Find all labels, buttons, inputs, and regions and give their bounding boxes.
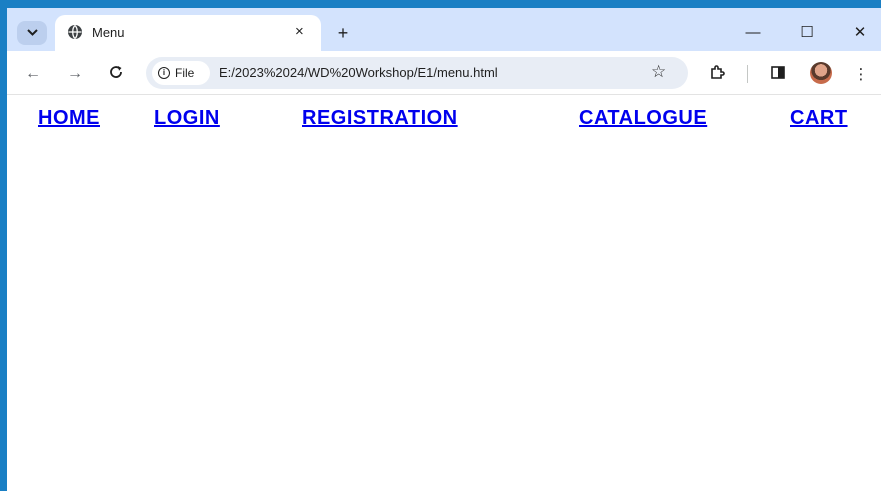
active-tab[interactable]: Menu × (55, 15, 321, 51)
close-window-button[interactable]: ✕ (845, 20, 875, 44)
reload-button[interactable] (104, 62, 128, 86)
window-border-left (0, 0, 7, 491)
globe-icon (67, 24, 83, 40)
new-tab-button[interactable]: + (330, 20, 356, 46)
site-info-chip[interactable]: i File (152, 61, 210, 85)
side-panel-icon (771, 65, 785, 83)
menu-link-catalogue[interactable]: CATALOGUE (579, 107, 707, 130)
address-bar[interactable]: i File E:/2023%2024/WD%20Workshop/E1/men… (146, 57, 688, 89)
forward-button[interactable]: → (63, 62, 87, 86)
info-icon: i (158, 67, 170, 79)
puzzle-icon (709, 64, 726, 85)
url-text[interactable]: E:/2023%2024/WD%20Workshop/E1/menu.html (219, 65, 498, 80)
menu-link-cart[interactable]: CART (790, 107, 848, 130)
tab-title: Menu (92, 25, 125, 40)
tab-close-icon[interactable]: × (295, 23, 304, 40)
browser-window: Menu × + — ☐ ✕ ← → i File E:/2023%2024/W… (0, 0, 881, 491)
menu-link-home[interactable]: HOME (38, 107, 100, 130)
back-button[interactable]: ← (21, 62, 45, 86)
bookmark-star-icon[interactable]: ☆ (651, 62, 666, 82)
tab-search-button[interactable] (17, 21, 47, 45)
menu-link-login[interactable]: LOGIN (154, 107, 220, 130)
extensions-button[interactable] (705, 62, 729, 86)
menu-link-registration[interactable]: REGISTRATION (302, 107, 458, 130)
minimize-button[interactable]: — (738, 20, 768, 44)
window-border-top (0, 0, 881, 8)
maximize-button[interactable]: ☐ (792, 20, 822, 44)
more-menu-button[interactable]: ⋮ (849, 62, 873, 86)
site-info-label: File (175, 66, 195, 80)
side-panel-button[interactable] (766, 62, 790, 86)
chevron-down-icon (26, 27, 38, 39)
toolbar-separator (747, 65, 748, 83)
profile-avatar[interactable] (810, 62, 832, 84)
reload-icon (108, 64, 124, 85)
